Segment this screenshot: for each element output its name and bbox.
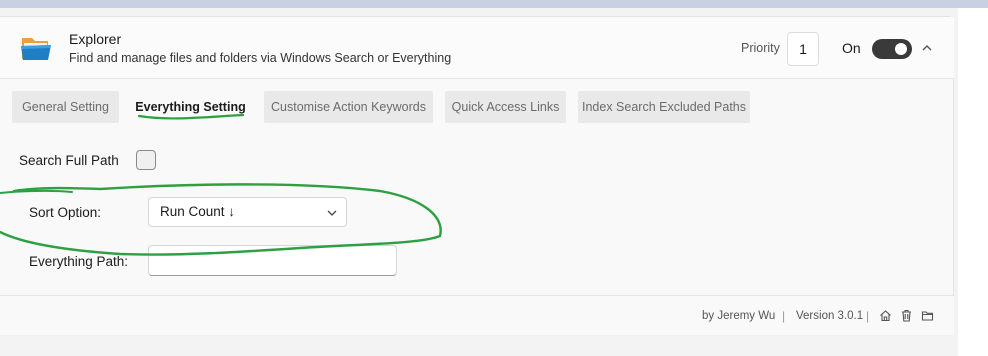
search-full-path-checkbox[interactable] <box>136 150 156 170</box>
chevron-up-icon[interactable] <box>920 41 934 55</box>
enabled-label: On <box>842 40 861 56</box>
folder-icon[interactable] <box>921 309 934 322</box>
toggle-knob <box>895 43 907 55</box>
window-top-strip <box>0 0 988 8</box>
tab-everything-setting[interactable]: Everything Setting <box>134 91 247 123</box>
plugin-name: Explorer <box>69 31 122 47</box>
footer-separator: | <box>866 309 870 323</box>
plugin-description: Find and manage files and folders via Wi… <box>69 51 452 65</box>
everything-path-label: Everything Path: <box>29 254 129 269</box>
everything-path-input[interactable] <box>148 245 397 276</box>
plugin-card: Explorer Find and manage files and folde… <box>0 16 954 335</box>
tab-quick-access-links[interactable]: Quick Access Links <box>445 91 566 123</box>
scroll-area-gutter <box>958 8 988 356</box>
plugin-footer: by Jeremy Wu | Version 3.0.1 | <box>0 295 954 335</box>
chevron-down-icon <box>327 210 337 216</box>
home-icon[interactable] <box>879 309 892 322</box>
sort-option-dropdown[interactable]: Run Count ↓ <box>148 197 347 227</box>
enabled-toggle[interactable] <box>872 39 912 59</box>
search-full-path-label: Search Full Path <box>19 153 119 168</box>
trash-icon[interactable] <box>900 309 913 322</box>
sort-option-label: Sort Option: <box>29 205 102 220</box>
plugin-header[interactable]: Explorer Find and manage files and folde… <box>0 17 954 79</box>
priority-input[interactable]: 1 <box>787 32 819 66</box>
priority-label: Priority <box>741 41 780 55</box>
explorer-folder-icon <box>21 38 51 60</box>
tab-general-setting[interactable]: General Setting <box>12 91 119 123</box>
version-text: Version 3.0.1 <box>796 310 864 322</box>
tab-index-search-excluded-paths[interactable]: Index Search Excluded Paths <box>578 91 750 123</box>
tab-customise-action-keywords[interactable]: Customise Action Keywords <box>264 91 433 123</box>
footer-separator: | <box>782 309 786 323</box>
sort-option-value: Run Count ↓ <box>160 204 236 219</box>
author-text: by Jeremy Wu <box>702 310 776 322</box>
